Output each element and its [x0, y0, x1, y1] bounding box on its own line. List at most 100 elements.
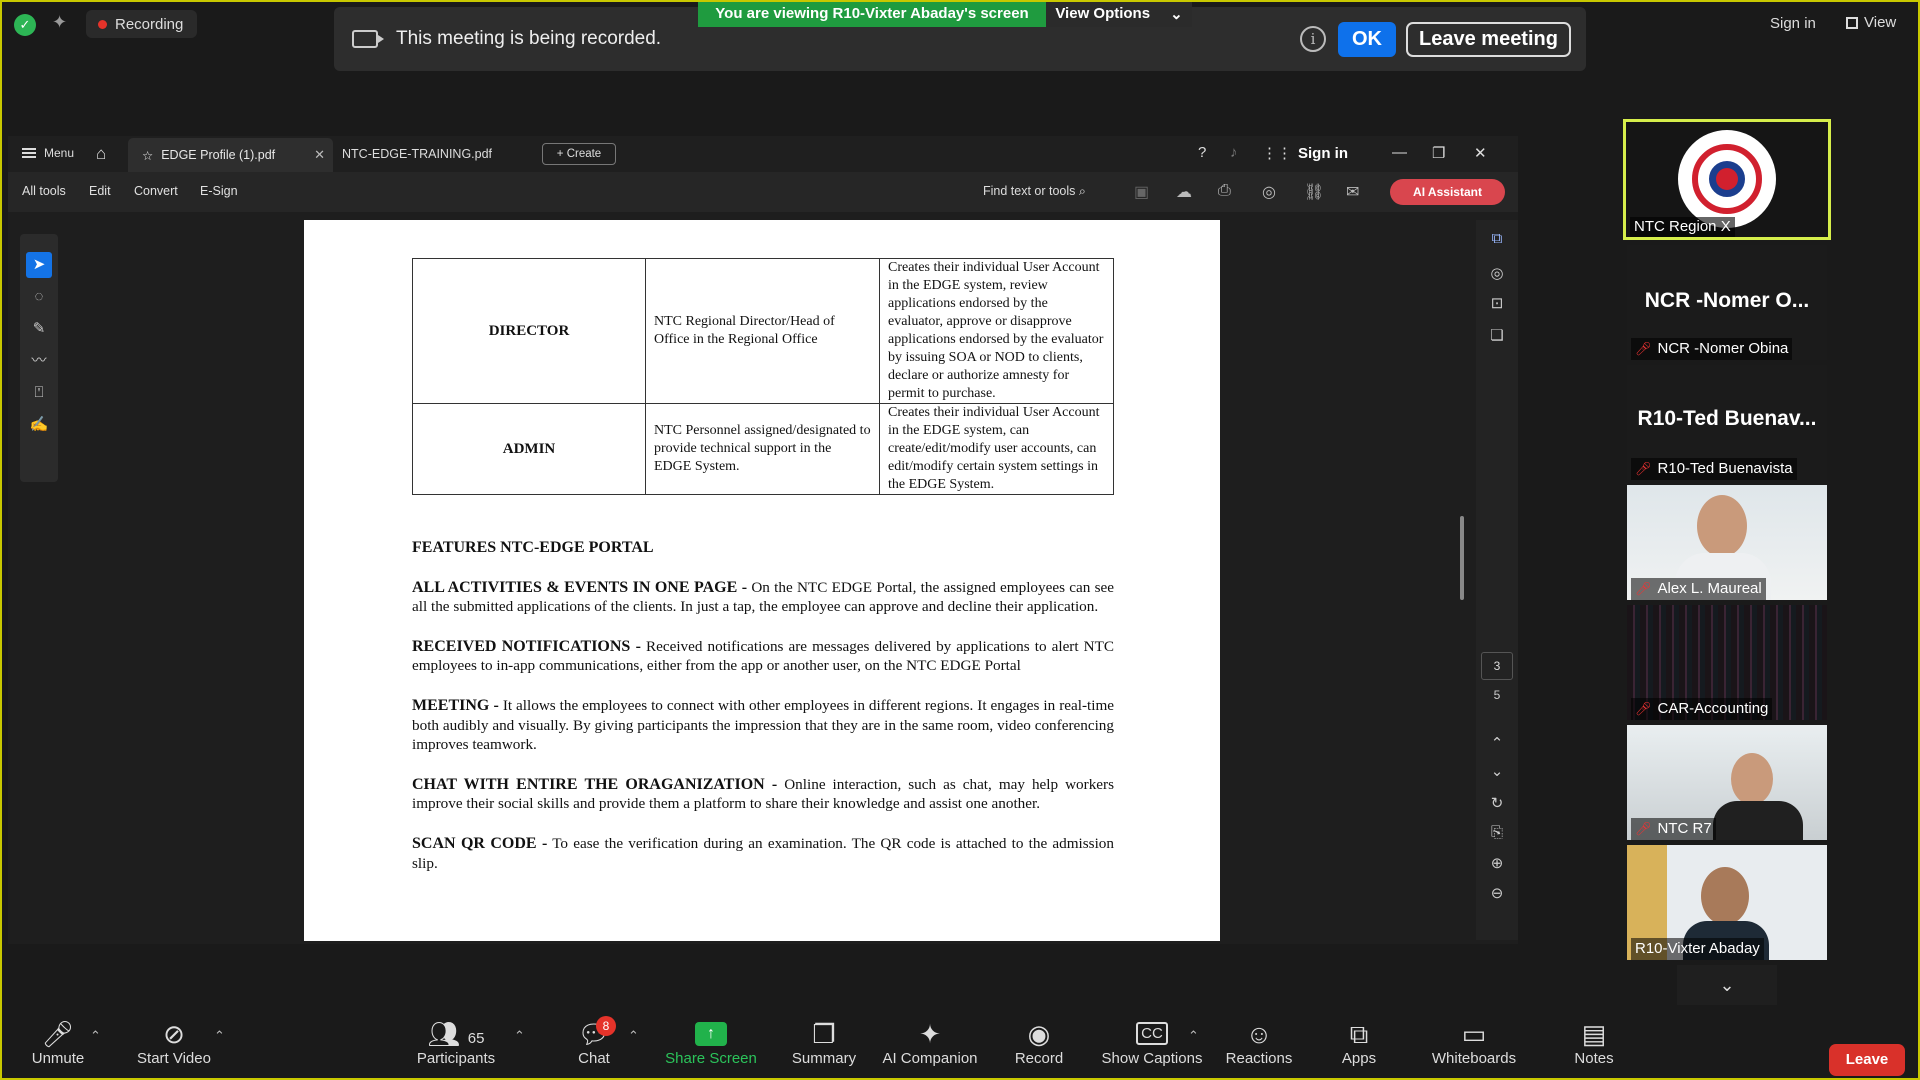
- comments-panel-icon[interactable]: ◎: [1484, 264, 1510, 282]
- sign-pen-icon[interactable]: ✍: [26, 412, 52, 438]
- page-up-icon[interactable]: ⌃: [1484, 734, 1510, 752]
- participant-tile-car[interactable]: 🎤︎ CAR-Accounting: [1627, 605, 1827, 720]
- participant-tile-alex[interactable]: 🎤︎ Alex L. Maureal: [1627, 485, 1827, 600]
- apps-grid-icon[interactable]: ⋮⋮: [1262, 144, 1292, 162]
- all-tools-button[interactable]: All tools: [22, 184, 66, 198]
- acrobat-window: Menu ⌂ ☆ EDGE Profile (1).pdf ✕ NTC-EDGE…: [8, 136, 1518, 944]
- select-cursor-icon[interactable]: ➤: [26, 252, 52, 278]
- show-captions-label: Show Captions: [1101, 1050, 1203, 1067]
- view-label: View: [1864, 14, 1897, 31]
- ok-button[interactable]: OK: [1338, 22, 1396, 57]
- participant-tile-ntc-region-x[interactable]: NTC Region X: [1623, 119, 1831, 240]
- unmute-button[interactable]: 🎤︎ Unmute: [20, 1012, 96, 1080]
- acrobat-sign-in[interactable]: Sign in: [1298, 145, 1348, 162]
- convert-button[interactable]: Convert: [134, 184, 178, 198]
- text-box-icon[interactable]: ⍞: [26, 380, 52, 406]
- apps-button[interactable]: ⧉ Apps: [1330, 1012, 1388, 1080]
- leave-meeting-button[interactable]: Leave meeting: [1406, 22, 1571, 57]
- audio-options-caret-icon[interactable]: ⌃: [90, 1028, 101, 1044]
- notes-button[interactable]: ▤ Notes: [1566, 1012, 1622, 1080]
- record-button[interactable]: ◉ Record: [1002, 1012, 1076, 1080]
- ai-generative-summary-icon[interactable]: ⧉: [1484, 230, 1510, 247]
- share-screen-button[interactable]: ↑ Share Screen: [660, 1012, 762, 1080]
- info-icon[interactable]: i: [1300, 26, 1326, 52]
- page-fit-icon[interactable]: ⎘: [1484, 824, 1510, 841]
- edit-button[interactable]: Edit: [89, 184, 111, 198]
- ai-companion-button[interactable]: ✦ AI Companion: [878, 1012, 982, 1080]
- recording-indicator[interactable]: Recording: [86, 10, 198, 38]
- captions-caret-icon[interactable]: ⌃: [1188, 1028, 1199, 1044]
- tab-edge-training[interactable]: NTC-EDGE-TRAINING.pdf: [342, 147, 492, 161]
- star-icon[interactable]: ☆: [142, 148, 153, 163]
- participant-tile-vixter[interactable]: R10-Vixter Abaday: [1627, 845, 1827, 960]
- description-cell: Creates their individual User Account in…: [879, 258, 1114, 404]
- leave-button[interactable]: Leave: [1829, 1044, 1905, 1076]
- page-down-icon[interactable]: ⌄: [1484, 762, 1510, 780]
- participants-button[interactable]: 👥︎ 65 Participants: [410, 1012, 502, 1080]
- help-icon[interactable]: ?: [1198, 144, 1206, 161]
- security-shield-icon[interactable]: ✓: [14, 14, 36, 36]
- summary-button[interactable]: ❐ Summary: [784, 1012, 864, 1080]
- share-people-icon[interactable]: ◎: [1262, 182, 1276, 202]
- upload-cloud-icon[interactable]: ☁: [1176, 182, 1192, 202]
- meeting-control-bar: 🎤︎ Unmute ⌃ ⊘ Start Video ⌃ 👥︎ 65 Partic…: [0, 1012, 1920, 1080]
- feature-title: SCAN QR CODE -: [412, 834, 548, 852]
- e-sign-button[interactable]: E-Sign: [200, 184, 238, 198]
- bookmark-icon[interactable]: ⊡: [1484, 294, 1510, 312]
- reactions-smiley-icon: ☺: [1245, 1019, 1273, 1049]
- unmute-label: Unmute: [31, 1050, 85, 1067]
- print-icon[interactable]: ⎙: [1218, 182, 1231, 200]
- participant-name: NTC Region X: [1630, 217, 1735, 237]
- share-screen-label: Share Screen: [665, 1050, 757, 1067]
- participant-display-name: NCR -Nomer O...: [1644, 289, 1810, 312]
- search-icon: ⌕: [1078, 184, 1086, 198]
- ai-sparkle-icon[interactable]: ✦: [52, 12, 67, 33]
- comment-icon[interactable]: ◌: [26, 284, 52, 310]
- find-text-input[interactable]: Find text or tools ⌕: [983, 184, 1086, 199]
- acrobat-tab-bar: Menu ⌂ ☆ EDGE Profile (1).pdf ✕ NTC-EDGE…: [8, 136, 1518, 172]
- show-captions-button[interactable]: CC Show Captions: [1096, 1012, 1208, 1080]
- start-video-button[interactable]: ⊘ Start Video: [130, 1012, 218, 1080]
- participant-tile-ntc-r7[interactable]: 🎤︎ NTC R7: [1627, 725, 1827, 840]
- summary-icon: ❐: [812, 1019, 836, 1049]
- pages-icon[interactable]: ❏: [1484, 326, 1510, 344]
- view-button[interactable]: View: [1846, 14, 1896, 31]
- vertical-scrollbar[interactable]: [1460, 516, 1464, 600]
- chat-caret-icon[interactable]: ⌃: [628, 1028, 639, 1044]
- rotate-icon[interactable]: ↻: [1484, 794, 1510, 812]
- zoom-out-icon[interactable]: ⊖: [1484, 884, 1510, 902]
- bell-icon[interactable]: ♪: [1230, 144, 1238, 161]
- tab-edge-profile[interactable]: ☆ EDGE Profile (1).pdf ✕: [128, 138, 333, 172]
- features-heading: FEATURES NTC-EDGE PORTAL: [412, 539, 654, 556]
- who-cell: NTC Regional Director/Head of Office in …: [645, 258, 880, 404]
- video-options-caret-icon[interactable]: ⌃: [214, 1028, 225, 1044]
- link-icon[interactable]: ⛓: [1304, 182, 1324, 202]
- menu-button[interactable]: Menu: [22, 146, 74, 160]
- start-video-label: Start Video: [137, 1050, 211, 1067]
- close-tab-icon[interactable]: ✕: [314, 147, 325, 163]
- scroll-participants-down-icon[interactable]: ⌄: [1677, 965, 1777, 1005]
- participants-caret-icon[interactable]: ⌃: [514, 1028, 525, 1044]
- recording-label: Recording: [115, 15, 184, 33]
- sign-in-link[interactable]: Sign in: [1770, 15, 1816, 32]
- participant-name: CAR-Accounting: [1657, 700, 1769, 717]
- email-icon[interactable]: ✉: [1346, 182, 1359, 202]
- draw-freehand-icon[interactable]: 〰: [26, 348, 52, 374]
- participant-tile-ncr[interactable]: NCR -Nomer O... 🎤︎ NCR -Nomer Obina: [1627, 245, 1827, 360]
- highlight-pen-icon[interactable]: ✎: [26, 316, 52, 342]
- home-icon[interactable]: ⌂: [96, 144, 106, 164]
- restore-icon[interactable]: ❐: [1432, 144, 1445, 162]
- current-page-input[interactable]: 3: [1481, 652, 1513, 680]
- zoom-in-icon[interactable]: ⊕: [1484, 854, 1510, 872]
- minimize-icon[interactable]: —: [1392, 144, 1407, 161]
- create-button[interactable]: + Create: [542, 143, 616, 165]
- close-window-icon[interactable]: ✕: [1474, 144, 1487, 162]
- reactions-button[interactable]: ☺ Reactions: [1218, 1012, 1300, 1080]
- participant-tile-r10-ted[interactable]: R10-Ted Buenav... 🎤︎ R10-Ted Buenavista: [1627, 365, 1827, 480]
- table-row: DIRECTOR NTC Regional Director/Head of O…: [412, 258, 1114, 404]
- ai-assistant-button[interactable]: AI Assistant: [1390, 179, 1505, 205]
- view-options-button[interactable]: View Options ⌄: [1046, 0, 1192, 27]
- save-icon[interactable]: ▣: [1134, 182, 1149, 202]
- whiteboards-button[interactable]: ▭ Whiteboards: [1420, 1012, 1528, 1080]
- participant-video: [1697, 495, 1747, 557]
